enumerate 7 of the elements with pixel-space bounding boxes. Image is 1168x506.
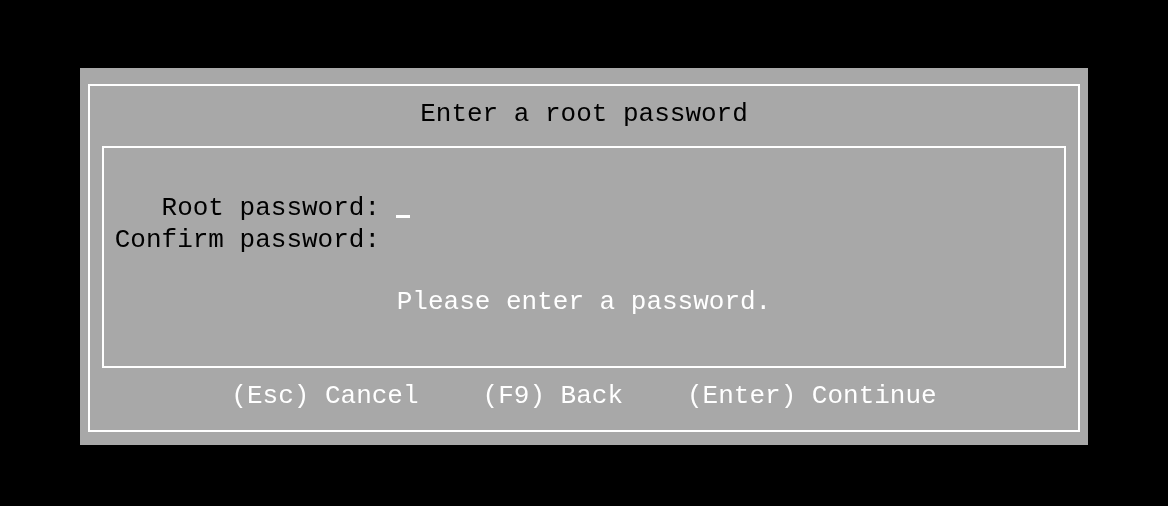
key-action[interactable]: (Enter) Continue [687, 380, 937, 412]
field-label: Confirm password: [114, 224, 380, 256]
field-label: Root password: [161, 192, 380, 224]
dialog-title: Enter a root password [420, 98, 748, 131]
key-action[interactable]: (F9) Back [482, 380, 623, 412]
status-message: Please enter a password. [396, 286, 772, 318]
key-action[interactable]: (Esc) Cancel [231, 380, 419, 412]
